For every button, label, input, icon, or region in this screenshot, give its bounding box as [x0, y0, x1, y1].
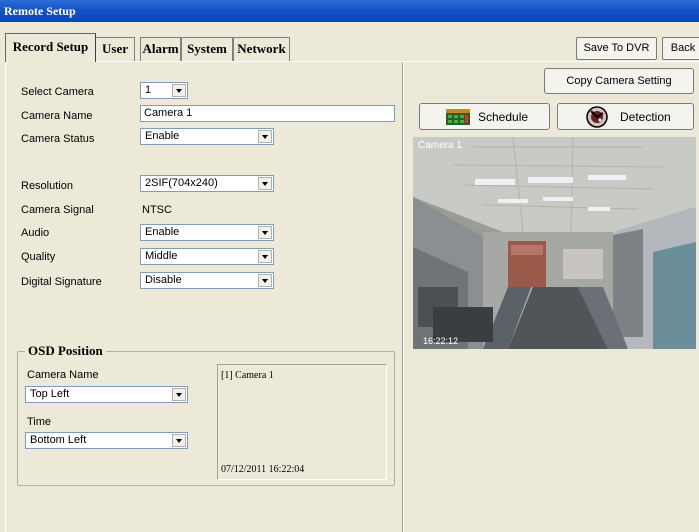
osd-camera-name-dropdown[interactable]: Top Left	[25, 386, 188, 403]
save-to-dvr-button[interactable]: Save To DVR	[576, 37, 657, 60]
panel-divider-highlight	[403, 62, 404, 532]
camera-live-view[interactable]: Camera 1 16:22:12	[413, 137, 696, 349]
resolution-dropdown[interactable]: 2SIF(704x240)	[140, 175, 274, 192]
digital-signature-value: Disable	[145, 274, 182, 286]
chevron-down-icon[interactable]	[172, 434, 186, 447]
detection-button[interactable]: Detection	[557, 103, 694, 130]
select-camera-label: Select Camera	[21, 86, 94, 98]
chevron-down-icon[interactable]	[258, 226, 272, 239]
tab-record-setup[interactable]: Record Setup	[5, 33, 96, 62]
tab-user[interactable]: User	[95, 37, 135, 61]
osd-camera-name-label: Camera Name	[27, 369, 99, 381]
camera-overlay-time: 16:22:12	[423, 336, 459, 346]
quality-value: Middle	[145, 250, 178, 262]
osd-time-dropdown[interactable]: Bottom Left	[25, 432, 188, 449]
camera-status-value: Enable	[145, 130, 180, 142]
camera-name-label: Camera Name	[21, 110, 93, 122]
chevron-down-icon[interactable]	[258, 130, 272, 143]
audio-label: Audio	[21, 227, 50, 239]
quality-label: Quality	[21, 251, 56, 263]
chevron-down-icon[interactable]	[258, 177, 272, 190]
select-camera-dropdown[interactable]: 1	[140, 82, 188, 99]
schedule-button-label: Schedule	[478, 110, 529, 124]
camera-signal-label: Camera Signal	[21, 204, 94, 216]
chevron-down-icon[interactable]	[172, 84, 186, 97]
osd-preview	[217, 364, 387, 480]
tab-network[interactable]: Network	[233, 37, 290, 61]
osd-position-title: OSD Position	[25, 343, 106, 359]
audio-value: Enable	[145, 226, 180, 238]
chevron-down-icon[interactable]	[172, 388, 186, 401]
camera-name-input[interactable]: Camera 1	[140, 105, 395, 122]
digital-signature-dropdown[interactable]: Disable	[140, 272, 274, 289]
osd-camera-name-value: Top Left	[30, 388, 70, 400]
tab-panel-top-border	[5, 61, 699, 62]
copy-camera-setting-button[interactable]: Copy Camera Setting	[544, 68, 694, 94]
camera-signal-value: NTSC	[142, 204, 172, 216]
chevron-down-icon[interactable]	[258, 274, 272, 287]
osd-preview-camera-name: [1] Camera 1	[221, 370, 274, 381]
calendar-grid-icon	[446, 109, 470, 128]
tab-alarm[interactable]: Alarm	[140, 37, 181, 61]
osd-preview-time: 07/12/2011 16:22:04	[221, 464, 305, 475]
chevron-down-icon[interactable]	[258, 250, 272, 263]
resolution-value: 2SIF(704x240)	[145, 177, 218, 189]
window-title: Remote Setup	[4, 4, 76, 18]
tab-system[interactable]: System	[181, 37, 233, 61]
digital-signature-label: Digital Signature	[21, 276, 102, 288]
camera-scene	[413, 137, 696, 349]
window-title-bar: Remote Setup	[0, 0, 699, 22]
audio-dropdown[interactable]: Enable	[140, 224, 274, 241]
camera-status-dropdown[interactable]: Enable	[140, 128, 274, 145]
resolution-label: Resolution	[21, 180, 73, 192]
osd-time-value: Bottom Left	[30, 434, 87, 446]
camera-overlay-name: Camera 1	[418, 140, 462, 151]
osd-time-label: Time	[27, 416, 52, 428]
schedule-button[interactable]: Schedule	[419, 103, 550, 130]
quality-dropdown[interactable]: Middle	[140, 248, 274, 265]
back-button[interactable]: Back	[662, 37, 699, 60]
select-camera-value: 1	[145, 84, 152, 96]
camera-status-label: Camera Status	[21, 133, 95, 145]
tab-panel-left-border	[5, 61, 6, 532]
radar-icon	[586, 106, 608, 131]
detection-button-label: Detection	[620, 110, 671, 124]
